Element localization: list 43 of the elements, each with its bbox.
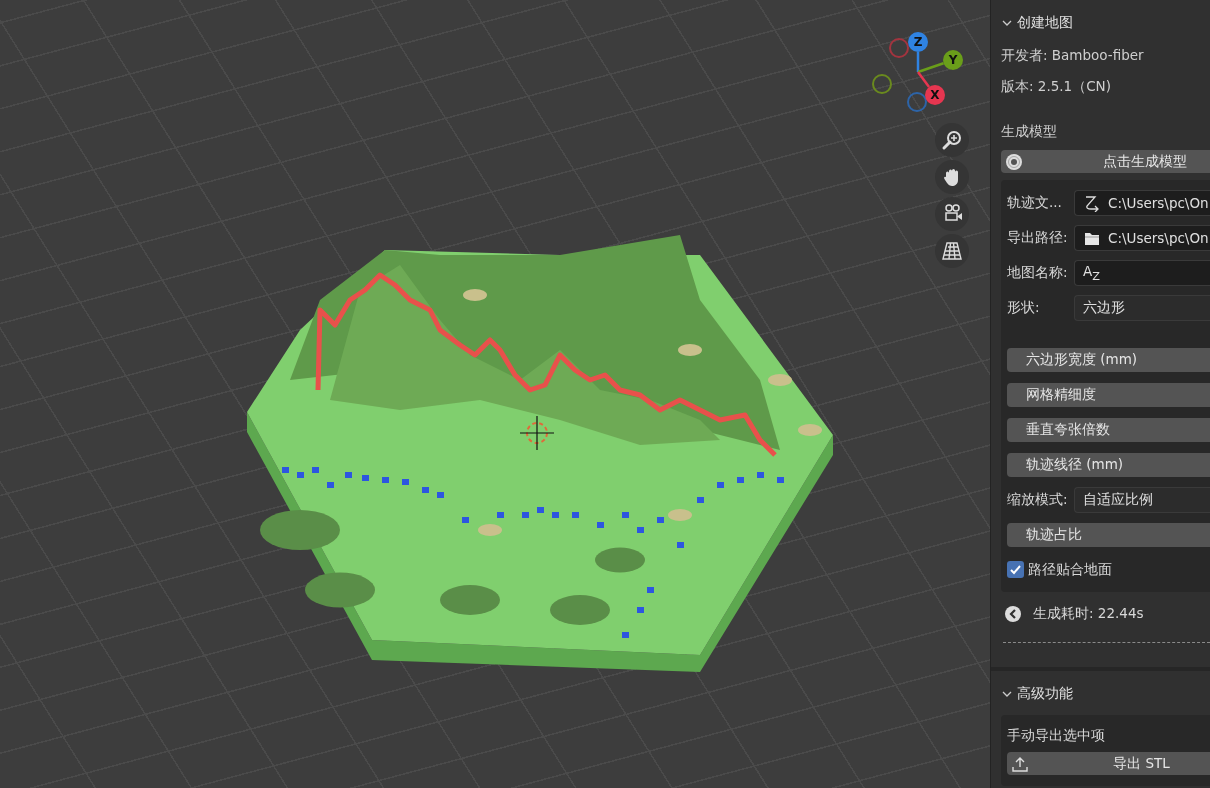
magnifier-plus-button[interactable]: [935, 123, 969, 157]
generate-button[interactable]: 点击生成模型: [1001, 150, 1210, 173]
section-title: 创建地图: [1017, 14, 1073, 32]
dropdown[interactable]: 自适应比例: [1074, 486, 1210, 513]
group-label: 手动导出选中项: [1007, 726, 1106, 745]
property-field[interactable]: 网格精细度: [1007, 382, 1210, 407]
hand-button[interactable]: [935, 160, 969, 194]
axis-handle[interactable]: Z: [908, 32, 928, 52]
section-header[interactable]: 创建地图: [1001, 14, 1210, 32]
property-field[interactable]: 垂直夸张倍数: [1007, 417, 1210, 442]
checkbox[interactable]: [1007, 561, 1024, 578]
checkbox-label: 路径贴合地面: [1028, 560, 1112, 579]
axis-handle[interactable]: X: [925, 85, 945, 105]
info-text: 开发者: Bamboo-fiber: [1001, 46, 1145, 65]
axis-handle-icon[interactable]: [872, 74, 892, 94]
field-label: 缩放模式:: [1007, 490, 1069, 509]
field-label: 地图名称:: [1007, 263, 1069, 282]
status-text: 生成耗时: 22.44s: [1033, 605, 1144, 623]
grid-icon: [941, 240, 963, 262]
dropdown[interactable]: 六边形: [1074, 294, 1210, 321]
property-field[interactable]: 轨迹占比: [1007, 522, 1210, 547]
back-circle-icon: [1004, 605, 1022, 623]
field-label: 轨迹文...: [1007, 193, 1063, 212]
section-header[interactable]: 高级功能: [1001, 685, 1210, 703]
disc-icon: [1005, 152, 1023, 171]
field-label: 导出路径:: [1007, 228, 1069, 247]
property-field[interactable]: 六边形宽度 (mm): [1007, 347, 1210, 372]
input-field[interactable]: C:\Users\pc\On: [1074, 224, 1210, 251]
field-label: 形状:: [1007, 298, 1041, 317]
property-field[interactable]: 轨迹线径 (mm): [1007, 452, 1210, 477]
axis-handle[interactable]: Y: [943, 50, 963, 70]
magnifier-plus-icon: [941, 129, 963, 151]
input-field[interactable]: C:\Users\pc\On: [1074, 189, 1210, 216]
section-title: 高级功能: [1017, 685, 1073, 703]
info-text: 版本: 2.5.1（CN): [1001, 77, 1112, 96]
camera-button[interactable]: [935, 197, 969, 231]
section-label: 生成模型: [1001, 122, 1058, 141]
axis-gizmo[interactable]: Z Y X: [870, 30, 965, 114]
grid-button[interactable]: [935, 234, 969, 268]
input-field[interactable]: A$_{Z}$: [1074, 259, 1210, 286]
crosshair-cursor-icon: [519, 415, 555, 451]
curved-arrow-icon: [1083, 193, 1101, 212]
export-button[interactable]: 导出 STL: [1007, 752, 1210, 775]
